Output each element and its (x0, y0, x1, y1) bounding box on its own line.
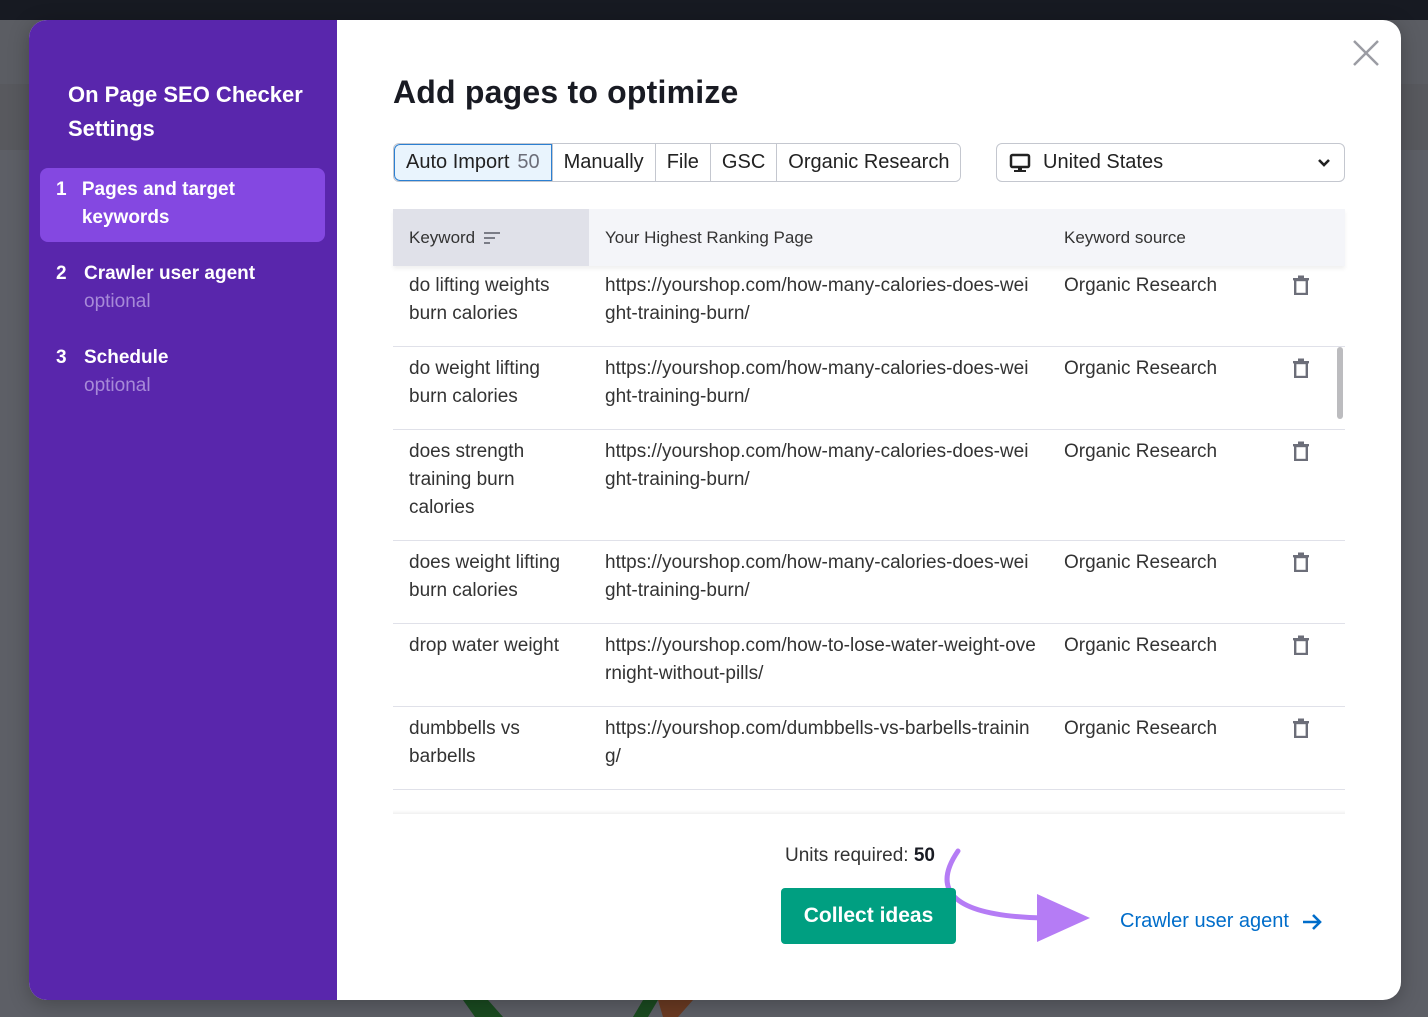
sidebar-step-1[interactable]: 1 Pages and target keywords (40, 168, 325, 242)
keyword-cell: drop water weight (409, 635, 559, 656)
browser-top-bar (0, 0, 1428, 20)
page-url-cell: https://yourshop.com/dumbbells-vs-barbel… (605, 718, 1030, 767)
settings-modal: On Page SEO Checker Settings 1 Pages and … (29, 20, 1401, 1000)
table-row: drop water weight https://yourshop.com/ho… (393, 624, 1345, 707)
monitor-icon (1009, 153, 1031, 172)
sort-icon[interactable] (483, 230, 501, 246)
delete-row-button[interactable] (1276, 438, 1316, 522)
page-title: Add pages to optimize (393, 74, 739, 110)
tab-manually[interactable]: Manually (551, 144, 655, 181)
column-header-label: Keyword (409, 227, 476, 247)
sidebar-title: On Page SEO Checker Settings (68, 82, 303, 141)
main-panel: Add pages to optimize Auto Import 50 Manu… (337, 20, 1401, 1000)
delete-row-button[interactable] (1276, 715, 1316, 771)
keyword-cell: does strength training burn calories (409, 441, 525, 518)
collect-ideas-button[interactable]: Collect ideas (781, 888, 956, 944)
tab-gsc[interactable]: GSC (709, 144, 777, 181)
step-label: Schedule (84, 347, 169, 368)
sidebar-step-3[interactable]: 3 Schedule optional (40, 336, 325, 410)
step-label: Crawler user agent (84, 263, 256, 284)
keywords-table: Keyword Your Highest Ranking Page Keywor… (393, 209, 1345, 814)
trash-icon (1293, 275, 1309, 296)
table-row: do lifting weights burn calories https://… (393, 266, 1345, 347)
table-scrollbar[interactable] (1337, 347, 1343, 419)
import-source-tabs: Auto Import 50 Manually File GSC Organic … (393, 143, 962, 182)
keyword-source-cell: Organic Research (1064, 552, 1218, 573)
column-header-source: Keyword source (1064, 227, 1186, 247)
table-row: dumbbells vs barbells https://yourshop.co… (393, 707, 1345, 790)
keyword-source-cell: Organic Research (1064, 358, 1218, 379)
step-optional-label: optional (84, 375, 151, 396)
country-select[interactable]: United States (996, 143, 1345, 182)
delete-row-button[interactable] (1276, 549, 1316, 605)
table-row: does strength training burn calories http… (393, 430, 1345, 541)
table-row: does weight lifting burn calories https:/… (393, 541, 1345, 624)
trash-icon (1293, 358, 1309, 379)
keyword-source-cell: Organic Research (1064, 635, 1218, 656)
page-url-cell: https://yourshop.com/how-to-lose-water-w… (605, 635, 1036, 684)
page-url-cell: https://yourshop.com/how-many-calories-d… (605, 552, 1029, 601)
tab-label: Auto Import (406, 151, 510, 173)
page-url-cell: https://yourshop.com/how-many-calories-d… (605, 358, 1029, 407)
step-label: Pages and target keywords (81, 179, 235, 228)
country-select-value: United States (1043, 151, 1164, 173)
scroll-fade (393, 810, 1345, 814)
step-number: 3 (56, 347, 67, 368)
next-step-link[interactable]: Crawler user agent (1120, 910, 1323, 933)
tab-auto-import[interactable]: Auto Import 50 (394, 144, 552, 181)
page-url-cell: https://yourshop.com/how-many-calories-d… (605, 441, 1029, 490)
units-required-label: Units required: (785, 845, 909, 866)
keyword-source-cell: Organic Research (1064, 718, 1218, 739)
delete-row-button[interactable] (1276, 355, 1316, 411)
keyword-source-cell: Organic Research (1064, 441, 1218, 462)
keyword-cell: dumbbells vs barbells (409, 718, 520, 767)
column-header-page: Your Highest Ranking Page (605, 227, 814, 247)
tab-organic-research[interactable]: Organic Research (776, 144, 961, 181)
column-header-keyword[interactable]: Keyword (393, 209, 589, 266)
sidebar-step-2[interactable]: 2 Crawler user agent optional (40, 252, 325, 326)
units-required-value: 50 (913, 845, 935, 866)
trash-icon (1293, 718, 1309, 739)
table-body[interactable]: do lifting weights burn calories https://… (393, 266, 1345, 814)
close-icon[interactable] (1351, 38, 1381, 68)
page-url-cell: https://yourshop.com/how-many-calories-d… (605, 275, 1029, 324)
background-chart-fragment (463, 1000, 693, 1017)
tab-count-badge: 50 (517, 151, 540, 173)
trash-icon (1293, 552, 1309, 573)
step-number: 1 (56, 179, 67, 200)
keyword-cell: do weight lifting burn calories (409, 358, 540, 407)
step-optional-label: optional (84, 291, 151, 312)
delete-row-button[interactable] (1276, 632, 1316, 688)
keyword-cell: do lifting weights burn calories (409, 275, 550, 324)
trash-icon (1293, 635, 1309, 656)
tab-file[interactable]: File (654, 144, 710, 181)
keyword-cell: does weight lifting burn calories (409, 552, 561, 601)
table-row: do weight lifting burn calories https://y… (393, 347, 1345, 430)
settings-sidebar: On Page SEO Checker Settings 1 Pages and … (29, 20, 337, 1000)
trash-icon (1293, 441, 1309, 462)
next-step-link-label: Crawler user agent (1120, 910, 1289, 932)
chevron-down-icon (1318, 158, 1330, 167)
arrow-right-icon (1302, 913, 1322, 930)
step-number: 2 (56, 263, 67, 284)
keyword-source-cell: Organic Research (1064, 275, 1218, 296)
table-header: Keyword Your Highest Ranking Page Keywor… (393, 209, 1345, 266)
units-required: Units required: 50 (785, 845, 935, 867)
delete-row-button[interactable] (1276, 272, 1316, 328)
